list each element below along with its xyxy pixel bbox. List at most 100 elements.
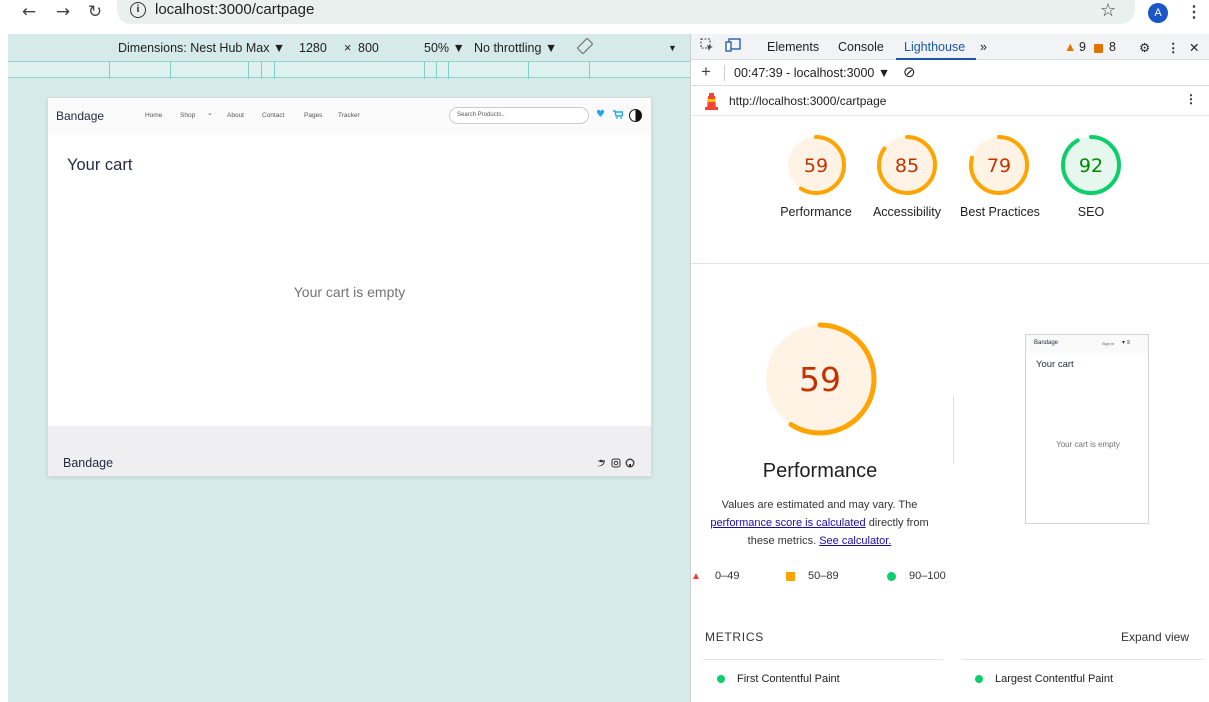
pass-circle-icon (717, 675, 725, 684)
metrics-divider (963, 659, 1203, 660)
footer-social-icons[interactable] (596, 458, 636, 470)
reload-icon[interactable]: ↻ (84, 2, 106, 24)
big-gauge-score: 59 (799, 360, 841, 399)
perf-desc-text: Values are estimated and may vary. The (721, 499, 918, 511)
address-bar[interactable]: i localhost:3000/cartpage (117, 0, 1135, 24)
separator (953, 396, 954, 464)
expand-view-button[interactable]: Expand view (1121, 630, 1189, 644)
separator (724, 65, 725, 81)
issues-count[interactable]: 8 (1109, 40, 1116, 54)
cart-empty-message: Your cart is empty (293, 284, 406, 300)
report-url: http://localhost:3000/cartpage (729, 94, 887, 108)
clear-icon[interactable]: ⊘ (903, 63, 916, 81)
thumbnail-empty-message: Your cart is empty (1056, 440, 1120, 449)
tab-console[interactable]: Console (838, 40, 884, 54)
legend-pass-range: 90–100 (909, 570, 946, 582)
inspect-element-icon[interactable] (700, 38, 714, 55)
site-logo[interactable]: Bandage (56, 109, 104, 123)
cart-title: Your cart (67, 156, 133, 174)
site-info-icon[interactable]: i (130, 2, 146, 18)
heart-icon[interactable]: ♥ (596, 109, 605, 120)
media-query-ruler[interactable] (8, 61, 690, 79)
close-icon[interactable]: ✕ (1189, 40, 1199, 55)
nav-link-shop[interactable]: Shop (180, 112, 195, 119)
warnings-count[interactable]: 9 (1079, 40, 1086, 54)
devtools-menu-icon[interactable]: ⋮ (1167, 40, 1180, 55)
profile-avatar[interactable]: A (1148, 3, 1168, 23)
site-search-input[interactable]: Search Products.. (449, 107, 589, 124)
performance-big-gauge: 59 (763, 322, 877, 436)
see-calculator-link[interactable]: See calculator. (819, 535, 891, 547)
best-practices-gauge[interactable]: 79 (968, 134, 1030, 196)
device-height-input[interactable]: 800 (358, 41, 379, 55)
final-screenshot-thumbnail[interactable]: Bandage Sign in ▾ ≡ Your cart Your cart … (1025, 334, 1149, 524)
rotate-icon[interactable] (576, 37, 594, 58)
metric-lcp-label: Largest Contentful Paint (995, 673, 1114, 685)
score-calculated-link[interactable]: performance score is calculated (710, 517, 865, 529)
zoom-dropdown[interactable]: 50% ▼ (424, 41, 465, 55)
throttling-dropdown[interactable]: No throttling ▼ (474, 41, 557, 55)
lighthouse-report: 59 Performance 85 Accessibility 79 Best … (691, 116, 1209, 702)
accessibility-gauge[interactable]: 85 (876, 134, 938, 196)
cart-icon[interactable] (613, 110, 624, 122)
fail-triangle-icon: ▲ (691, 571, 701, 582)
pass-circle-icon (975, 675, 983, 684)
thumbnail-icons: ▾ ≡ (1122, 340, 1131, 346)
metrics-header: METRICS (705, 630, 764, 644)
nav-link-pages[interactable]: Pages (304, 112, 322, 119)
performance-gauge[interactable]: 59 (785, 134, 847, 196)
gauge-score-accessibility: 85 (895, 155, 919, 177)
thumbnail-cart-title: Your cart (1036, 359, 1074, 370)
footer-logo: Bandage (63, 456, 114, 470)
theme-toggle-icon[interactable] (629, 109, 642, 122)
bookmark-star-icon[interactable]: ☆ (1100, 0, 1116, 21)
metrics-divider (703, 659, 943, 660)
site-footer: Bandage (48, 426, 651, 476)
gauge-score-performance: 59 (804, 155, 828, 177)
dimensions-times: × (344, 41, 352, 55)
gauge-label-accessibility: Accessibility (872, 205, 942, 219)
warning-icon[interactable]: ▲ (1064, 40, 1076, 54)
thumbnail-logo: Bandage (1034, 340, 1059, 346)
report-selector-dropdown[interactable]: 00:47:39 - localhost:3000 ▼ (734, 66, 890, 80)
score-legend: ▲ 0–49 50–89 90–100 (691, 570, 991, 586)
metric-fcp-label: First Contentful Paint (737, 673, 840, 685)
seo-gauge[interactable]: 92 (1060, 134, 1122, 196)
legend-fail-range: 0–49 (715, 570, 740, 582)
device-emulation-area: Dimensions: Nest Hub Max ▼ 1280 × 800 50… (8, 34, 690, 702)
legend-average-range: 50–89 (808, 570, 839, 582)
performance-title: Performance (762, 460, 878, 482)
gauge-label-seo: SEO (1077, 205, 1105, 219)
settings-icon[interactable]: ⚙ (1139, 40, 1150, 55)
emulated-page: Bandage Home Shop ⌄ About Contact Pages … (48, 98, 651, 476)
device-toolbar: Dimensions: Nest Hub Max ▼ 1280 × 800 50… (8, 34, 690, 61)
dimensions-dropdown[interactable]: Dimensions: Nest Hub Max ▼ (118, 41, 285, 55)
tab-elements[interactable]: Elements (767, 40, 819, 54)
back-icon[interactable]: ← (18, 2, 40, 24)
report-url-bar: http://localhost:3000/cartpage ⋮ (691, 86, 1209, 116)
shop-caret-icon[interactable]: ⌄ (207, 109, 213, 117)
forward-icon[interactable]: → (52, 2, 74, 24)
section-divider (691, 263, 1209, 264)
performance-description: Values are estimated and may vary. The p… (703, 496, 936, 550)
nav-link-contact[interactable]: Contact (262, 112, 284, 119)
lighthouse-logo-icon (705, 93, 718, 110)
gauge-score-best-practices: 79 (987, 155, 1011, 177)
pass-circle-icon (887, 572, 896, 581)
device-more-options-icon[interactable]: ▼ (668, 43, 677, 53)
gauge-score-seo: 92 (1079, 155, 1103, 177)
metric-fcp: First Contentful Paint (717, 673, 840, 685)
more-tabs-icon[interactable]: » (980, 40, 987, 54)
nav-link-home[interactable]: Home (145, 112, 162, 119)
browser-menu-icon[interactable]: ⋮ (1186, 2, 1202, 22)
address-url[interactable]: localhost:3000/cartpage (155, 1, 314, 18)
report-menu-icon[interactable]: ⋮ (1185, 92, 1197, 106)
tab-lighthouse[interactable]: Lighthouse (904, 40, 965, 54)
browser-toolbar: ← → ↻ i localhost:3000/cartpage ☆ A ⋮ (0, 0, 1209, 34)
add-report-icon[interactable]: + (701, 62, 711, 82)
nav-link-tracker[interactable]: Tracker (338, 112, 360, 119)
issues-icon[interactable] (1094, 42, 1103, 56)
nav-link-about[interactable]: About (227, 112, 244, 119)
device-width-input[interactable]: 1280 (299, 41, 327, 55)
device-toggle-icon[interactable] (725, 38, 741, 55)
